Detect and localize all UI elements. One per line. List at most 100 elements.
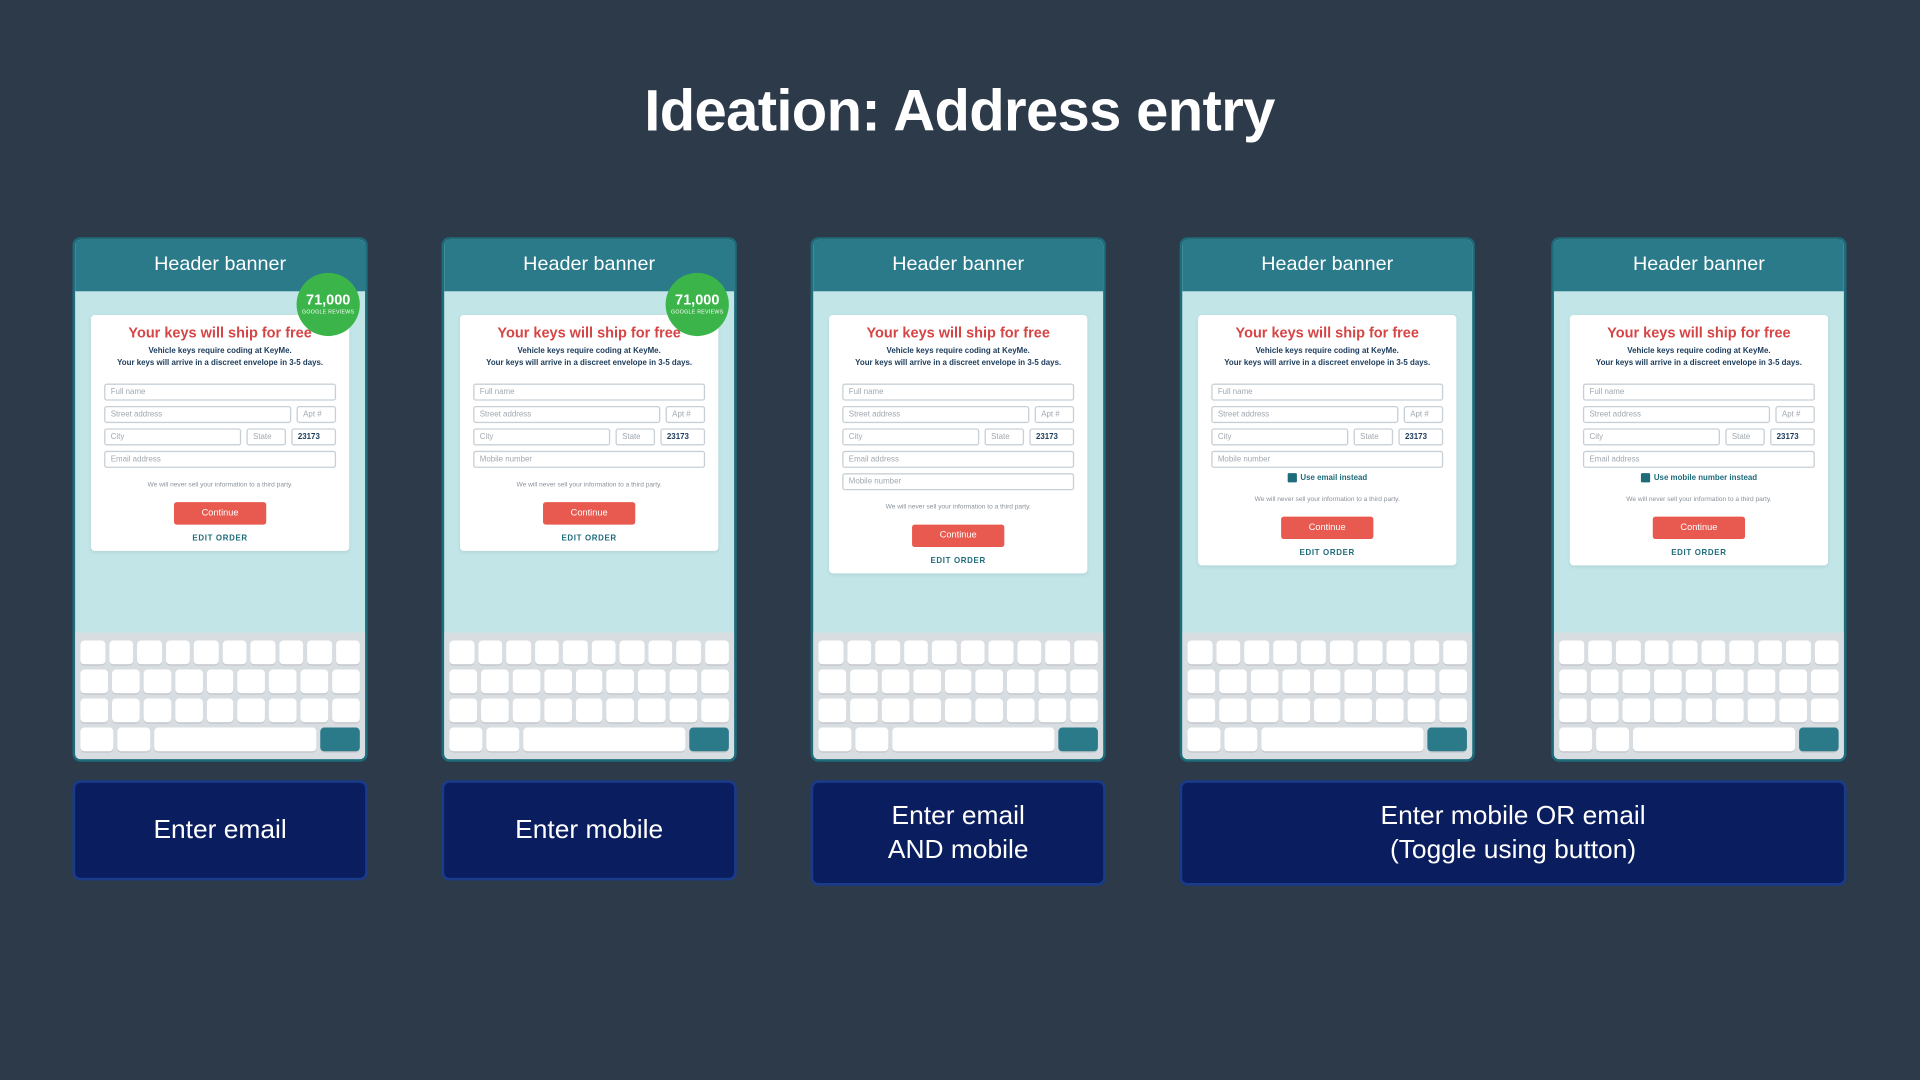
key[interactable] (1591, 670, 1619, 694)
key[interactable] (1654, 699, 1682, 723)
key[interactable] (607, 670, 635, 694)
state-input[interactable]: State (985, 428, 1025, 445)
key[interactable] (1250, 699, 1278, 723)
key[interactable] (575, 670, 603, 694)
key[interactable] (534, 641, 558, 665)
key[interactable] (175, 670, 203, 694)
email-input[interactable]: Email address (104, 451, 336, 468)
key[interactable] (1588, 641, 1612, 665)
city-input[interactable]: City (842, 428, 979, 445)
key[interactable] (544, 699, 572, 723)
key[interactable] (1070, 670, 1098, 694)
key[interactable] (1786, 641, 1810, 665)
key[interactable] (1070, 699, 1098, 723)
key[interactable] (638, 670, 666, 694)
key[interactable] (1376, 670, 1404, 694)
toggle-mobile-label[interactable]: Use mobile number instead (1654, 474, 1757, 482)
key[interactable] (960, 641, 984, 665)
key[interactable] (1717, 670, 1745, 694)
key[interactable] (1559, 670, 1587, 694)
state-input[interactable]: State (1354, 428, 1394, 445)
toggle-email-label[interactable]: Use email instead (1300, 474, 1367, 482)
enter-key[interactable] (690, 728, 729, 752)
key[interactable] (117, 728, 150, 752)
spacebar-key[interactable] (154, 728, 317, 752)
key[interactable] (250, 641, 274, 665)
key[interactable] (847, 641, 871, 665)
key[interactable] (1622, 670, 1650, 694)
spacebar-key[interactable] (1632, 728, 1795, 752)
mobile-input[interactable]: Mobile number (1211, 451, 1443, 468)
key[interactable] (1386, 641, 1410, 665)
edit-order-link[interactable]: EDIT ORDER (473, 535, 705, 543)
zip-input[interactable]: 23173 (291, 428, 336, 445)
state-input[interactable]: State (246, 428, 286, 445)
key[interactable] (279, 641, 303, 665)
edit-order-link[interactable]: EDIT ORDER (842, 558, 1074, 566)
key[interactable] (676, 641, 700, 665)
key[interactable] (1219, 699, 1247, 723)
key[interactable] (638, 699, 666, 723)
key[interactable] (1250, 670, 1278, 694)
zip-input[interactable]: 23173 (660, 428, 705, 445)
key[interactable] (1244, 641, 1268, 665)
key[interactable] (1673, 641, 1697, 665)
key[interactable] (563, 641, 587, 665)
key[interactable] (506, 641, 530, 665)
key[interactable] (913, 670, 941, 694)
email-input[interactable]: Email address (842, 451, 1074, 468)
key[interactable] (1358, 641, 1382, 665)
key[interactable] (881, 699, 909, 723)
key[interactable] (80, 641, 104, 665)
key[interactable] (875, 641, 899, 665)
key[interactable] (449, 699, 477, 723)
key[interactable] (1345, 699, 1373, 723)
fullname-input[interactable]: Full name (842, 384, 1074, 401)
key[interactable] (850, 699, 878, 723)
key[interactable] (818, 699, 846, 723)
key[interactable] (1717, 699, 1745, 723)
key[interactable] (1188, 699, 1216, 723)
key[interactable] (1644, 641, 1668, 665)
zip-input[interactable]: 23173 (1770, 428, 1815, 445)
key[interactable] (206, 670, 234, 694)
apt-input[interactable]: Apt # (1035, 406, 1075, 423)
key[interactable] (1758, 641, 1782, 665)
key[interactable] (701, 699, 729, 723)
enter-key[interactable] (1799, 728, 1838, 752)
key[interactable] (1685, 699, 1713, 723)
street-input[interactable]: Street address (473, 406, 660, 423)
key[interactable] (1616, 641, 1640, 665)
key[interactable] (143, 699, 171, 723)
enter-key[interactable] (1428, 728, 1467, 752)
key[interactable] (109, 641, 133, 665)
key[interactable] (648, 641, 672, 665)
key[interactable] (335, 641, 359, 665)
key[interactable] (112, 699, 140, 723)
key[interactable] (1376, 699, 1404, 723)
email-input[interactable]: Email address (1583, 451, 1815, 468)
city-input[interactable]: City (1211, 428, 1348, 445)
key[interactable] (1559, 728, 1592, 752)
key[interactable] (1622, 699, 1650, 723)
key[interactable] (269, 699, 297, 723)
key[interactable] (976, 699, 1004, 723)
fullname-input[interactable]: Full name (104, 384, 336, 401)
edit-order-link[interactable]: EDIT ORDER (1211, 550, 1443, 558)
key[interactable] (670, 699, 698, 723)
key[interactable] (1780, 670, 1808, 694)
apt-input[interactable]: Apt # (1404, 406, 1444, 423)
key[interactable] (1414, 641, 1438, 665)
fullname-input[interactable]: Full name (1583, 384, 1815, 401)
key[interactable] (486, 728, 519, 752)
fullname-input[interactable]: Full name (1211, 384, 1443, 401)
key[interactable] (332, 699, 360, 723)
key[interactable] (80, 670, 108, 694)
continue-button[interactable]: Continue (174, 502, 266, 524)
key[interactable] (1188, 641, 1212, 665)
zip-input[interactable]: 23173 (1029, 428, 1074, 445)
apt-input[interactable]: Apt # (666, 406, 706, 423)
key[interactable] (1219, 670, 1247, 694)
key[interactable] (194, 641, 218, 665)
key[interactable] (332, 670, 360, 694)
